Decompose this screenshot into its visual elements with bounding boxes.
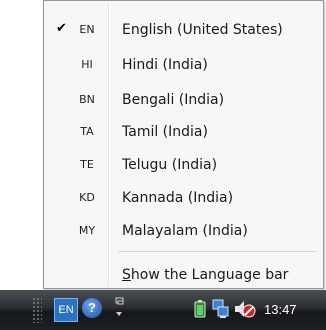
menu-separator <box>118 251 317 252</box>
language-code: BN <box>79 93 95 106</box>
menu-item-english[interactable]: ✔ EN English (United States) <box>46 14 321 46</box>
volume-muted-icon[interactable] <box>234 299 256 319</box>
language-label: Tamil (India) <box>122 124 208 140</box>
menu-item-kannada[interactable]: KD Kannada (India) <box>46 182 321 214</box>
language-code: KD <box>79 191 95 204</box>
language-code: TA <box>80 125 94 138</box>
language-label: Telugu (India) <box>122 157 218 173</box>
network-icon[interactable] <box>212 299 230 319</box>
battery-icon[interactable] <box>194 300 206 318</box>
language-label: Kannada (India) <box>122 190 234 206</box>
taskbar: EN ? 13:47 <box>0 290 326 330</box>
menu-item-telugu[interactable]: TE Telugu (India) <box>46 149 321 181</box>
language-label: English (United States) <box>122 22 283 38</box>
options-icon[interactable] <box>110 296 128 322</box>
language-button[interactable]: EN <box>54 298 78 322</box>
mnemonic-letter: S <box>122 267 131 283</box>
menu-item-hindi[interactable]: HI Hindi (India) <box>46 49 321 81</box>
language-code: MY <box>78 224 96 237</box>
language-code: HI <box>81 58 93 71</box>
show-language-bar-item[interactable]: Show the Language bar <box>46 259 321 291</box>
clock[interactable]: 13:47 <box>264 301 297 319</box>
language-label: Bengali (India) <box>122 92 225 108</box>
language-code: EN <box>79 23 95 36</box>
checkmark-icon: ✔ <box>56 21 67 36</box>
grip-icon[interactable] <box>32 297 42 323</box>
label-rest: how the Language bar <box>130 267 289 283</box>
menu-item-malayalam[interactable]: MY Malayalam (India) <box>46 215 321 247</box>
language-label: Malayalam (India) <box>122 223 248 239</box>
menu-item-tamil[interactable]: TA Tamil (India) <box>46 116 321 148</box>
language-label: Hindi (India) <box>122 57 208 73</box>
show-language-bar-label: Show the Language bar <box>122 266 288 284</box>
language-menu: ✔ EN English (United States) HI Hindi (I… <box>43 0 324 289</box>
language-code: TE <box>80 158 94 171</box>
help-icon[interactable]: ? <box>82 298 102 318</box>
menu-item-bengali[interactable]: BN Bengali (India) <box>46 84 321 116</box>
